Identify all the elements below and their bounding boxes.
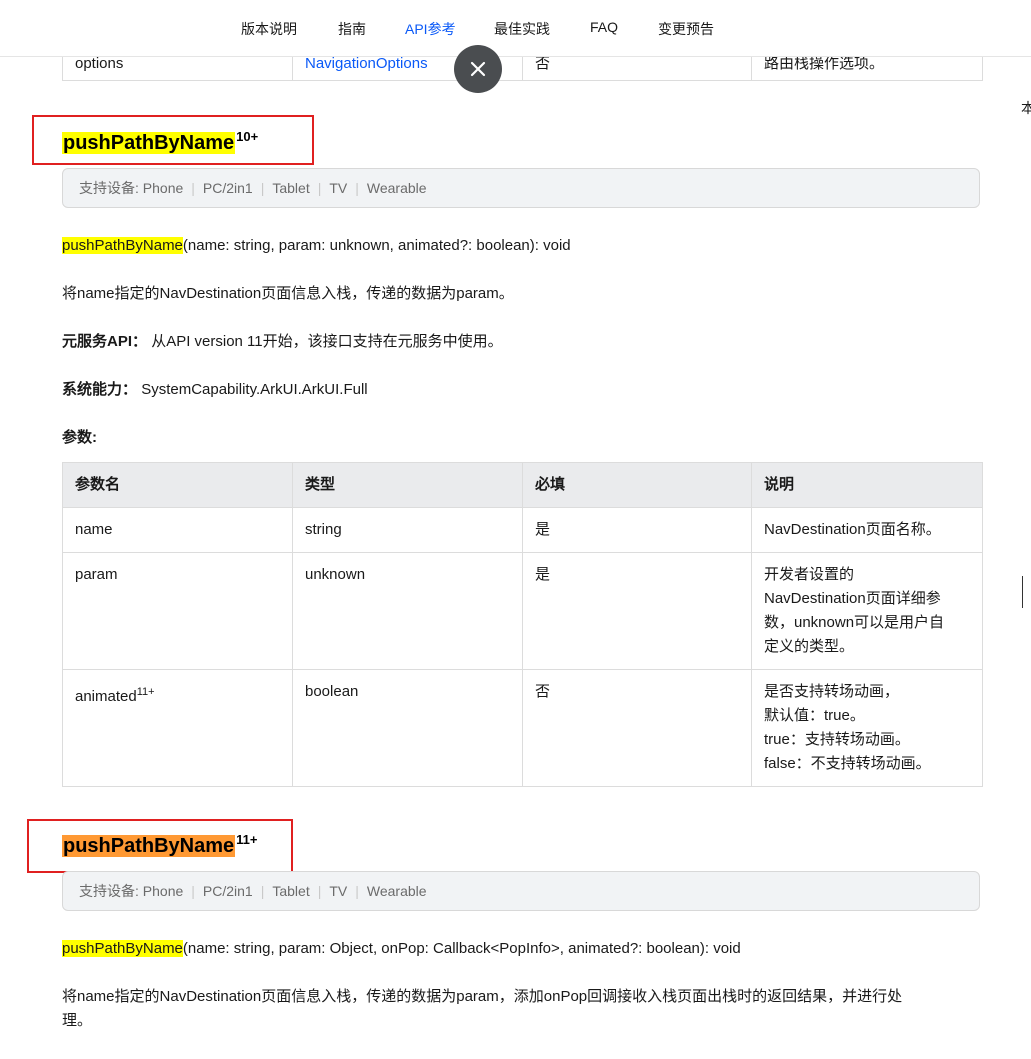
syscap-text: SystemCapability.ArkUI.ArkUI.Full	[141, 381, 368, 398]
signature-params: (name: string, param: Object, onPop: Cal…	[182, 940, 741, 957]
desc-line: 数，unknown可以是用户自	[764, 614, 945, 631]
param-name-cell: param	[62, 552, 293, 670]
atomic-label: 元服务API：	[62, 333, 148, 350]
params-label: 参数:	[62, 429, 97, 446]
signature-params: (name: string, param: unknown, animated?…	[182, 237, 571, 254]
params-table: 参数名 类型 必填 说明 name string 是 NavDestinatio…	[62, 462, 983, 787]
param-desc-cell: 是否支持转场动画， 默认值：true。 true：支持转场动画。 false：不…	[751, 669, 983, 787]
device-item: Wearable	[366, 180, 427, 196]
atomic-text: 从API version 11开始，该接口支持在元服务中使用。	[151, 333, 503, 350]
right-panel-text: 本	[1021, 100, 1031, 116]
close-button[interactable]	[454, 45, 502, 93]
api-signature: pushPathByName(name: string, param: unkn…	[62, 234, 571, 258]
desc-line: true：支持转场动画。	[764, 731, 910, 748]
desc-line: 是否支持转场动画，	[764, 683, 900, 700]
param-type-cell: boolean	[292, 669, 523, 787]
param-required-cell: 是	[522, 507, 752, 553]
desc-line: false：不支持转场动画。	[764, 755, 931, 772]
param-type-cell: unknown	[292, 552, 523, 670]
nav-item-api-reference[interactable]: API参考	[405, 19, 456, 39]
devices-label: 支持设备: Phone	[79, 883, 184, 899]
column-header: 类型	[292, 462, 523, 508]
api-description-line: 理。	[62, 1012, 93, 1029]
top-navigation: 版本说明 指南 API参考 最佳实践 FAQ 变更预告	[0, 0, 1031, 57]
device-item: Tablet	[272, 180, 310, 196]
param-desc-cell: NavDestination页面名称。	[751, 507, 983, 553]
device-item: Tablet	[272, 883, 310, 899]
nav-item-release-notes[interactable]: 版本说明	[241, 19, 297, 39]
table-row: animated11+ boolean 否 是否支持转场动画， 默认值：true…	[62, 669, 983, 787]
api-version: 10+	[236, 129, 259, 144]
api-signature: pushPathByName(name: string, param: Obje…	[62, 937, 741, 961]
nav-item-faq[interactable]: FAQ	[590, 19, 618, 35]
device-item: TV	[329, 180, 348, 196]
syscap-label: 系统能力：	[62, 381, 138, 398]
device-item: Wearable	[366, 883, 427, 899]
right-panel-divider	[1022, 576, 1023, 608]
devices-label: 支持设备: Phone	[79, 180, 184, 196]
param-name-cell: animated11+	[62, 669, 293, 787]
table-header-row: 参数名 类型 必填 说明	[62, 462, 983, 508]
device-item: TV	[329, 883, 348, 899]
nav-item-best-practices[interactable]: 最佳实践	[494, 19, 550, 39]
desc-line: NavDestination页面详细参	[764, 590, 941, 607]
param-name-cell: name	[62, 507, 293, 553]
desc-line: 开发者设置的	[764, 566, 855, 583]
desc-line: 默认值：true。	[764, 707, 865, 724]
api-heading: pushPathByName 11+	[62, 832, 258, 858]
param-version: 11+	[136, 686, 155, 698]
table-row: name string 是 NavDestination页面名称。	[62, 507, 983, 553]
api-version: 11+	[236, 832, 258, 847]
supported-devices-bar: 支持设备: Phone | PC/2in1 | Tablet | TV | Wearab…	[62, 168, 980, 208]
api-description: 将name指定的NavDestination页面信息入栈，传递的数据为param…	[62, 285, 514, 302]
atomic-service-info: 元服务API： 从API version 11开始，该接口支持在元服务中使用。	[62, 330, 503, 354]
desc-line: 定义的类型。	[764, 638, 855, 655]
api-name: pushPathByName	[62, 835, 236, 857]
column-header: 参数名	[62, 462, 293, 508]
system-capability: 系统能力： SystemCapability.ArkUI.ArkUI.Full	[62, 378, 368, 402]
close-icon	[470, 61, 486, 77]
table-row: param unknown 是 开发者设置的 NavDestination页面详…	[62, 552, 983, 670]
device-item: PC/2in1	[202, 883, 253, 899]
api-name: pushPathByName	[62, 132, 236, 154]
nav-item-guide[interactable]: 指南	[338, 19, 366, 39]
param-required-cell: 是	[522, 552, 752, 670]
api-description-line: 将name指定的NavDestination页面信息入栈，传递的数据为param…	[62, 988, 903, 1005]
signature-name: pushPathByName	[62, 940, 183, 957]
signature-name: pushPathByName	[62, 237, 183, 254]
api-heading: pushPathByName 10+	[62, 129, 259, 155]
column-header: 必填	[522, 462, 752, 508]
param-desc-cell: 开发者设置的 NavDestination页面详细参 数，unknown可以是用…	[751, 552, 983, 670]
supported-devices-bar: 支持设备: Phone | PC/2in1 | Tablet | TV | Wearab…	[62, 871, 980, 911]
param-required-cell: 否	[522, 669, 752, 787]
param-type-cell: string	[292, 507, 523, 553]
column-header: 说明	[751, 462, 983, 508]
nav-item-change-preview[interactable]: 变更预告	[658, 19, 714, 39]
device-item: PC/2in1	[202, 180, 253, 196]
